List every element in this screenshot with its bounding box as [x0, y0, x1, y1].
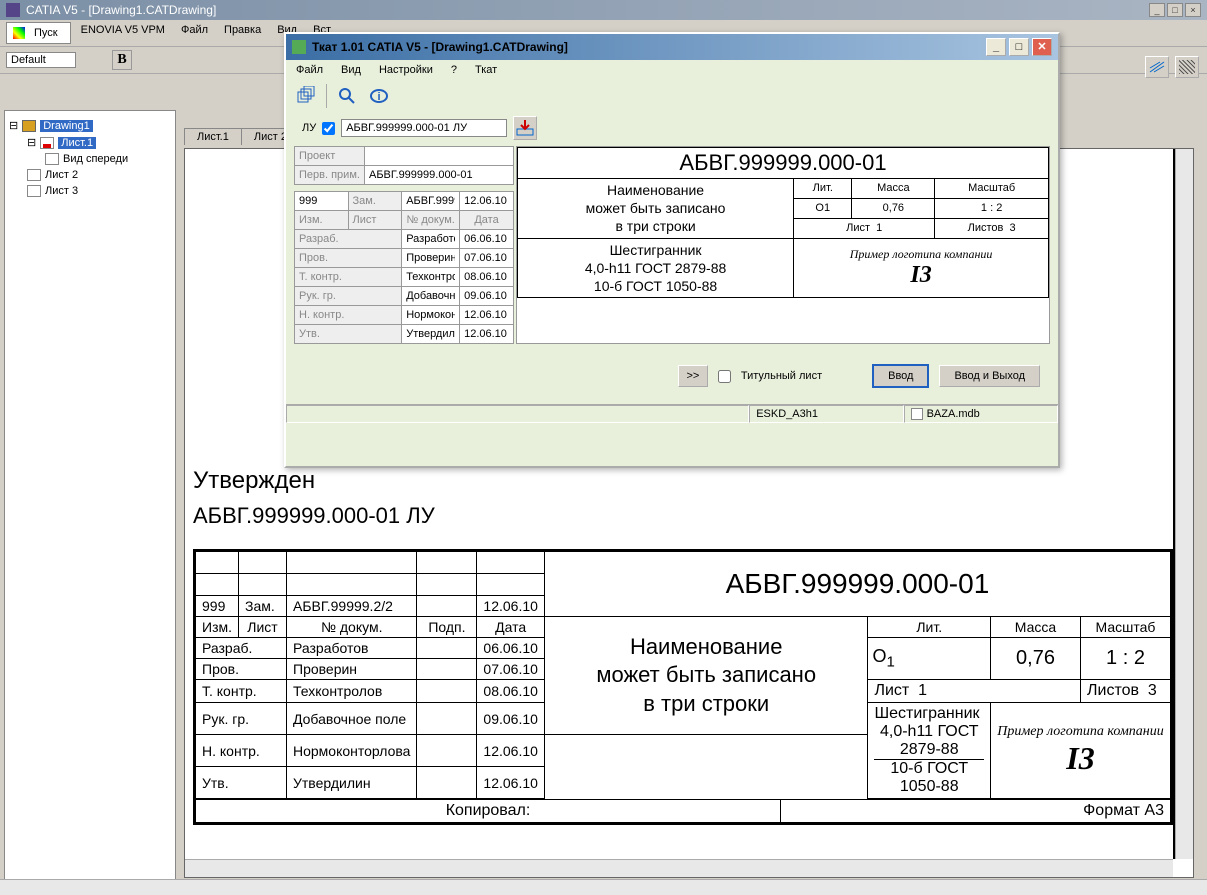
apply-icon[interactable]	[513, 116, 537, 140]
maximize-icon[interactable]: □	[1167, 3, 1183, 17]
minimize-icon[interactable]: _	[1149, 3, 1165, 17]
lu-checkbox[interactable]	[322, 122, 335, 135]
menu-enovia[interactable]: ENOVIA V5 VPM	[75, 22, 171, 44]
dlg-menu-settings[interactable]: Настройки	[375, 62, 437, 78]
style-dropdown[interactable]: Default	[6, 52, 76, 68]
dialog-minimize-icon[interactable]: _	[986, 38, 1006, 56]
enter-exit-button[interactable]: Ввод и Выход	[939, 365, 1040, 387]
pusk-button[interactable]: Пуск	[6, 22, 71, 44]
lu-label: ЛУ	[302, 122, 316, 134]
catia-icon	[6, 3, 20, 17]
perv-input	[369, 169, 509, 181]
dialog-statusbar: ESKD_A3h1 BAZA.mdb	[286, 404, 1058, 423]
dlg-menu-help[interactable]: ?	[447, 62, 461, 78]
preview-titleblock: АБВГ.999999.000-01 Наименование может бы…	[516, 146, 1050, 344]
material-cell: Шестигранник 4,0-h11 ГОСТ 2879-88 10-б Г…	[868, 703, 991, 799]
title-block: АБВГ.999999.000-01 999 Зам. АБВГ.99999.2…	[193, 549, 1173, 825]
tree-sheet3[interactable]: Лист 3	[27, 183, 171, 199]
dialog-titlebar[interactable]: Ткат 1.01 CATIA V5 - [Drawing1.CATDrawin…	[286, 34, 1058, 60]
dlg-menu-view[interactable]: Вид	[337, 62, 365, 78]
dlg-menu-file[interactable]: Файл	[292, 62, 327, 78]
svg-text:i: i	[377, 91, 380, 103]
outer-scrollbar[interactable]	[0, 879, 1207, 895]
title-sheet-checkbox[interactable]	[718, 370, 731, 383]
sheet-icon	[27, 185, 41, 197]
sheet-icon	[40, 137, 54, 149]
tkat-dialog: Ткат 1.01 CATIA V5 - [Drawing1.CATDrawin…	[284, 32, 1060, 468]
close-icon[interactable]: ×	[1185, 3, 1201, 17]
dialog-maximize-icon[interactable]: □	[1009, 38, 1029, 56]
kopir-label: Копировал:	[196, 800, 781, 823]
zamdate-input	[464, 195, 509, 207]
menu-file[interactable]: Файл	[175, 22, 214, 44]
view-icon	[45, 153, 59, 165]
hatch-tool-1[interactable]	[1145, 56, 1169, 78]
tree-sheet1[interactable]: ⊟ Лист.1	[27, 134, 171, 151]
menu-edit[interactable]: Правка	[218, 22, 267, 44]
main-title-text: CATIA V5 - [Drawing1.CATDrawing]	[26, 3, 216, 17]
status-template: ESKD_A3h1	[749, 405, 903, 423]
tree-root[interactable]: ⊟ Drawing1	[9, 117, 171, 134]
drawing-code: АБВГ.999999.000-01	[544, 552, 1170, 617]
hatch-tool-2[interactable]	[1175, 56, 1199, 78]
sheet-tabs: Лист.1 Лист 2	[184, 128, 299, 145]
vertical-scrollbar[interactable]	[1175, 149, 1193, 859]
tkat-icon	[292, 40, 306, 54]
expand-button[interactable]: >>	[678, 365, 708, 387]
drawing-name: Наименование может быть записано в три с…	[544, 617, 868, 735]
dlg-menu-tkat[interactable]: Ткат	[471, 62, 501, 78]
main-titlebar: CATIA V5 - [Drawing1.CATDrawing] _ □ ×	[0, 0, 1207, 20]
info-icon[interactable]: i	[367, 84, 391, 108]
tree-sheet2[interactable]: Лист 2	[27, 167, 171, 183]
sheet-icon	[27, 169, 41, 181]
status-db: BAZA.mdb	[904, 405, 1058, 423]
horizontal-scrollbar[interactable]	[185, 859, 1173, 877]
tab-sheet1[interactable]: Лист.1	[184, 128, 242, 145]
title-sheet-label: Титульный лист	[741, 370, 822, 382]
drawing-sheet: Утвержден АБВГ.999999.000-01 ЛУ АБВГ.999…	[193, 459, 1173, 825]
logo-cell: Пример логотипа компании I3	[991, 703, 1171, 799]
form-left: Проект Перв. прим. Зам. Изм. Лист № доку…	[294, 146, 514, 344]
lu-input[interactable]	[341, 119, 507, 137]
tree-view-front[interactable]: Вид спереди	[45, 151, 171, 167]
r999-input	[299, 195, 344, 207]
tree-panel: ⊟ Drawing1 ⊟ Лист.1 Вид спереди Лист 2 Л…	[4, 110, 176, 880]
dialog-close-icon[interactable]: ✕	[1032, 38, 1052, 56]
folder-icon	[22, 120, 36, 132]
search-icon[interactable]	[335, 84, 359, 108]
enter-button[interactable]: Ввод	[872, 364, 929, 388]
dialog-toolbar: i	[286, 80, 1058, 112]
db-icon	[911, 408, 923, 420]
zamdoc-input	[406, 195, 455, 207]
dialog-menubar: Файл Вид Настройки ? Ткат	[286, 60, 1058, 80]
right-toolbar	[1145, 56, 1199, 78]
bold-button[interactable]: B	[112, 50, 132, 70]
format-label: Формат A3	[781, 800, 1171, 823]
approved-code: АБВГ.999999.000-01 ЛУ	[193, 503, 1173, 549]
project-input	[369, 150, 509, 162]
stack-icon[interactable]	[294, 84, 318, 108]
pusk-icon	[13, 27, 25, 39]
